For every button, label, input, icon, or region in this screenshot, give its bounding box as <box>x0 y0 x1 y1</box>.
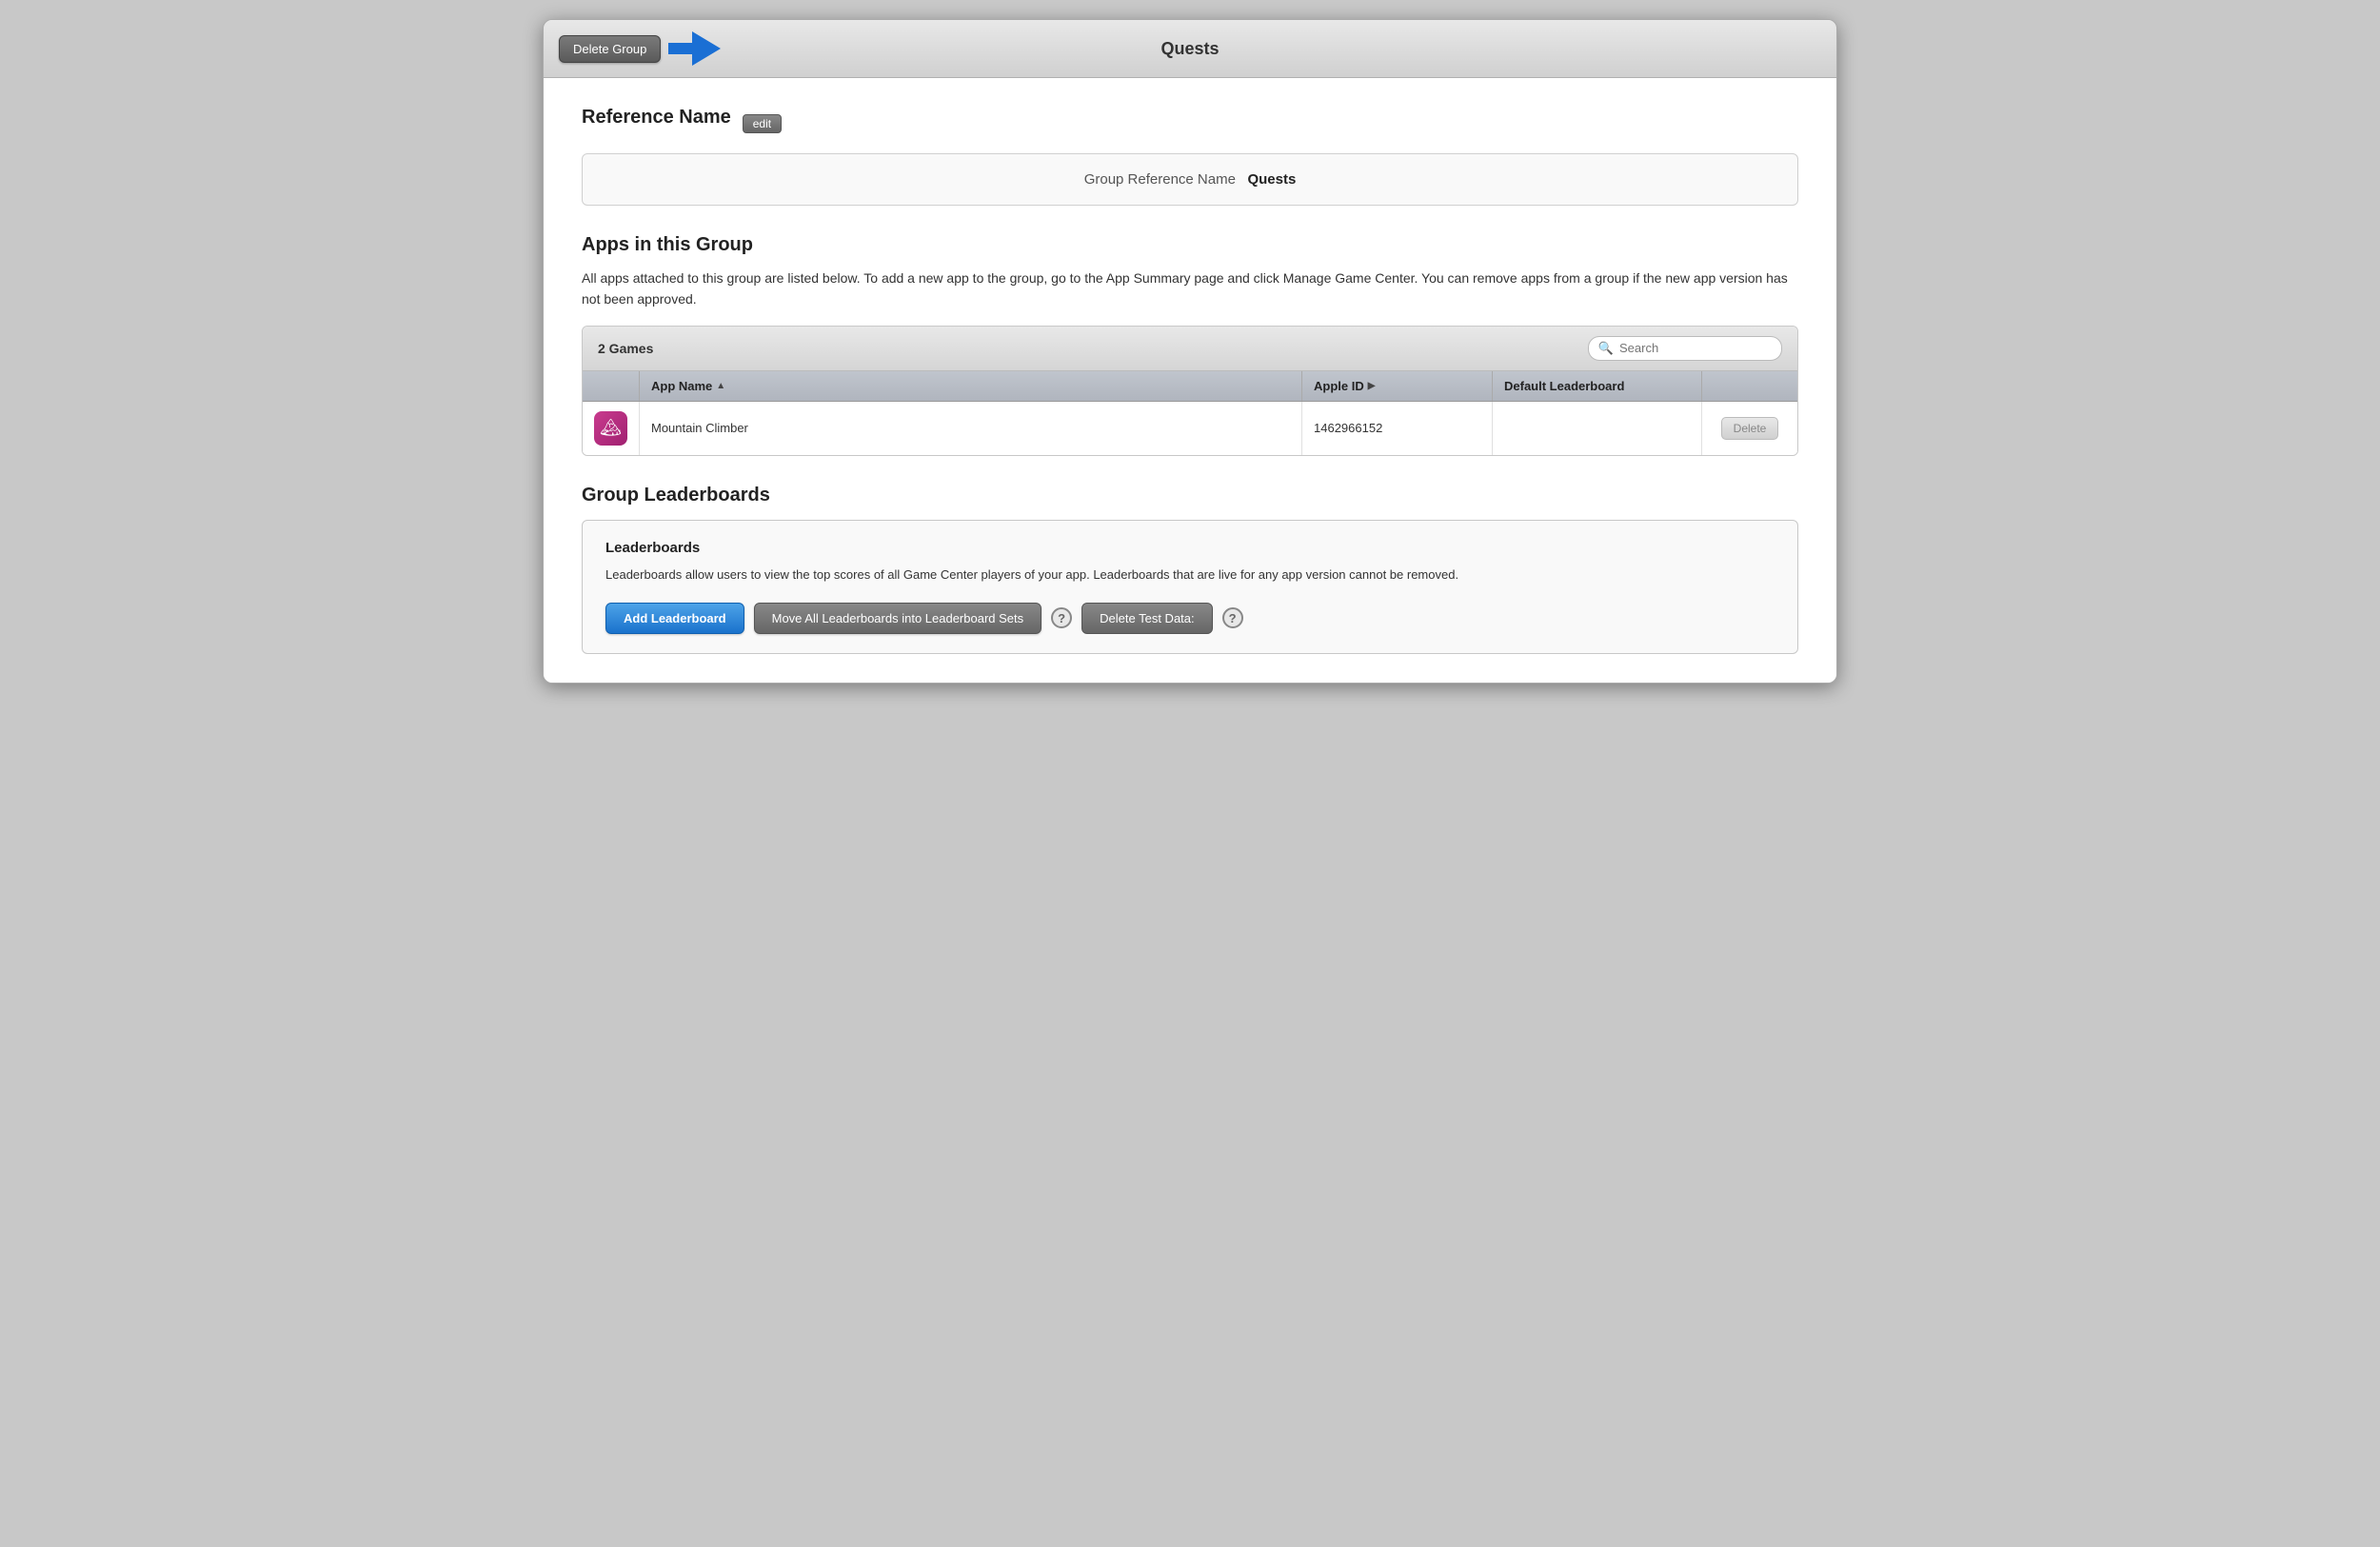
leaderboards-subtitle: Leaderboards <box>605 540 1775 556</box>
default-leaderboard-cell <box>1493 402 1702 455</box>
column-headers: App Name ▲ Apple ID ▶ Default Leaderboar… <box>583 371 1797 402</box>
delete-cell: Delete <box>1702 402 1797 455</box>
games-count: 2 Games <box>598 341 653 356</box>
apps-table-container: 2 Games 🔍 App Name ▲ Apple ID ▶ De <box>582 326 1798 456</box>
col-header-apple-id[interactable]: Apple ID ▶ <box>1302 371 1493 401</box>
group-leaderboards-title: Group Leaderboards <box>582 485 1798 506</box>
col-header-action <box>1702 371 1797 401</box>
sort-arrow-app-name: ▲ <box>716 381 725 391</box>
app-name-cell: Mountain Climber <box>640 402 1302 455</box>
delete-group-button[interactable]: Delete Group <box>559 35 661 63</box>
reference-name-title: Reference Name <box>582 107 731 129</box>
edit-button[interactable]: edit <box>743 114 782 133</box>
delete-test-data-button[interactable]: Delete Test Data: <box>1081 603 1212 634</box>
main-window: Delete Group Quests Reference Name edit … <box>543 19 1837 684</box>
sort-arrow-apple-id: ▶ <box>1368 381 1376 391</box>
col-header-default-leaderboard: Default Leaderboard <box>1493 371 1702 401</box>
title-bar: Delete Group Quests <box>544 20 1836 78</box>
col-header-app-name[interactable]: App Name ▲ <box>640 371 1302 401</box>
reference-name-header: Reference Name edit <box>582 107 1798 140</box>
app-icon-cell: 🏔 <box>583 402 640 455</box>
leaderboard-actions: Add Leaderboard Move All Leaderboards in… <box>605 603 1775 634</box>
main-content: Reference Name edit Group Reference Name… <box>544 78 1836 683</box>
delete-help-icon[interactable]: ? <box>1222 607 1243 628</box>
arrow-indicator <box>668 31 721 66</box>
leaderboards-description: Leaderboards allow users to view the top… <box>605 565 1775 585</box>
apple-id-cell: 1462966152 <box>1302 402 1493 455</box>
leaderboards-box: Leaderboards Leaderboards allow users to… <box>582 520 1798 654</box>
move-leaderboards-button[interactable]: Move All Leaderboards into Leaderboard S… <box>754 603 1042 634</box>
group-reference-label: Group Reference Name <box>1084 171 1236 188</box>
add-leaderboard-button[interactable]: Add Leaderboard <box>605 603 744 634</box>
table-row: 🏔 Mountain Climber 1462966152 Delete <box>583 402 1797 455</box>
move-help-icon[interactable]: ? <box>1051 607 1072 628</box>
search-input[interactable] <box>1619 341 1772 355</box>
apps-group-title: Apps in this Group <box>582 234 1798 256</box>
group-reference-value: Quests <box>1247 171 1296 188</box>
page-title: Quests <box>1160 39 1219 59</box>
search-box[interactable]: 🔍 <box>1588 336 1782 361</box>
reference-name-box: Group Reference Name Quests <box>582 153 1798 206</box>
blue-arrow-icon <box>668 31 721 66</box>
app-icon-symbol: 🏔 <box>600 418 622 438</box>
apps-description: All apps attached to this group are list… <box>582 268 1798 310</box>
col-header-icon <box>583 371 640 401</box>
delete-row-button[interactable]: Delete <box>1721 417 1779 440</box>
table-header-bar: 2 Games 🔍 <box>583 327 1797 371</box>
search-icon: 🔍 <box>1598 341 1614 356</box>
app-icon: 🏔 <box>594 411 627 446</box>
